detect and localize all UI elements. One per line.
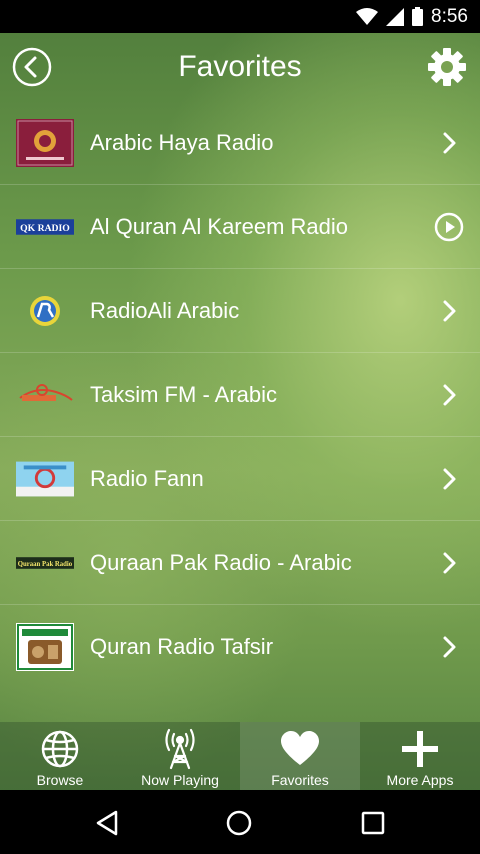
nav-back-icon[interactable] (90, 806, 124, 840)
station-row-al-quran-al-kareem-radio[interactable]: QK RADIO Al Quran Al Kareem Radio (0, 185, 480, 269)
tab-more-apps[interactable]: More Apps (360, 722, 480, 790)
tab-label: More Apps (386, 772, 454, 788)
antenna-icon (160, 728, 200, 770)
quraan-pak-logo-text: Quraan Pak Radio (18, 561, 73, 568)
chevron-right-icon[interactable] (434, 380, 464, 410)
tab-label: Favorites (271, 772, 329, 788)
station-name: Al Quran Al Kareem Radio (90, 214, 349, 239)
gear-icon (428, 48, 466, 86)
quraan-pak-logo: Quraan Pak Radio (16, 539, 74, 587)
chevron-right-icon[interactable] (434, 128, 464, 158)
heart-icon (280, 728, 320, 770)
station-name: Quran Radio Tafsir (90, 634, 274, 659)
status-bar: 8:56 (0, 0, 480, 33)
station-row-radio-fann[interactable]: Radio Fann (0, 437, 480, 521)
tab-label: Now Playing (141, 772, 219, 788)
chevron-right-icon[interactable] (434, 632, 464, 662)
tab-browse[interactable]: Browse (0, 722, 120, 790)
back-arrow-icon (12, 47, 52, 87)
play-circle-icon[interactable] (434, 212, 464, 242)
tab-label: Browse (36, 772, 84, 788)
station-row-taksim-fm-arabic[interactable]: Taksim FM - Arabic (0, 353, 480, 437)
settings-button[interactable] (427, 47, 467, 87)
cell-signal-icon (386, 7, 405, 26)
tab-now-playing[interactable]: Now Playing (120, 722, 240, 790)
station-name: Radio Fann (90, 466, 204, 491)
back-button[interactable] (12, 47, 52, 87)
status-time: 8:56 (431, 5, 468, 27)
station-name: RadioAli Arabic (90, 298, 240, 323)
radio-fann-logo (16, 455, 74, 503)
tab-favorites[interactable]: Favorites (240, 722, 360, 790)
wifi-icon (356, 7, 379, 26)
chevron-right-icon[interactable] (434, 464, 464, 494)
chevron-right-icon[interactable] (434, 548, 464, 578)
qk-radio-logo: QK RADIO (16, 203, 74, 251)
favorites-list: Arabic Haya Radio QK RADIO Al Quran Al K… (0, 101, 480, 689)
station-name: Arabic Haya Radio (90, 130, 274, 155)
station-row-arabic-haya-radio[interactable]: Arabic Haya Radio (0, 101, 480, 185)
quran-tafsir-logo (16, 623, 74, 671)
haya-logo (16, 119, 74, 167)
station-row-radioali-arabic[interactable]: RadioAli Arabic (0, 269, 480, 353)
plus-icon (400, 728, 440, 770)
app-bar: Favorites (0, 33, 480, 101)
radioali-logo (16, 287, 74, 335)
system-nav-bar (0, 790, 480, 854)
nav-recents-icon[interactable] (356, 806, 390, 840)
taksim-logo (16, 371, 74, 419)
battery-icon (412, 7, 424, 26)
station-name: Taksim FM - Arabic (90, 382, 278, 407)
station-name: Quraan Pak Radio - Arabic (90, 550, 352, 575)
qk-radio-logo-text: QK RADIO (20, 223, 70, 234)
chevron-right-icon[interactable] (434, 296, 464, 326)
globe-icon (40, 728, 80, 770)
bottom-tab-bar: Browse Now Playing Favorites More Apps (0, 722, 480, 790)
station-row-quraan-pak-radio-arabic[interactable]: Quraan Pak Radio Quraan Pak Radio - Arab… (0, 521, 480, 605)
station-row-quran-radio-tafsir[interactable]: Quran Radio Tafsir (0, 605, 480, 689)
page-title: Favorites (178, 50, 302, 83)
nav-home-icon[interactable] (222, 806, 256, 840)
